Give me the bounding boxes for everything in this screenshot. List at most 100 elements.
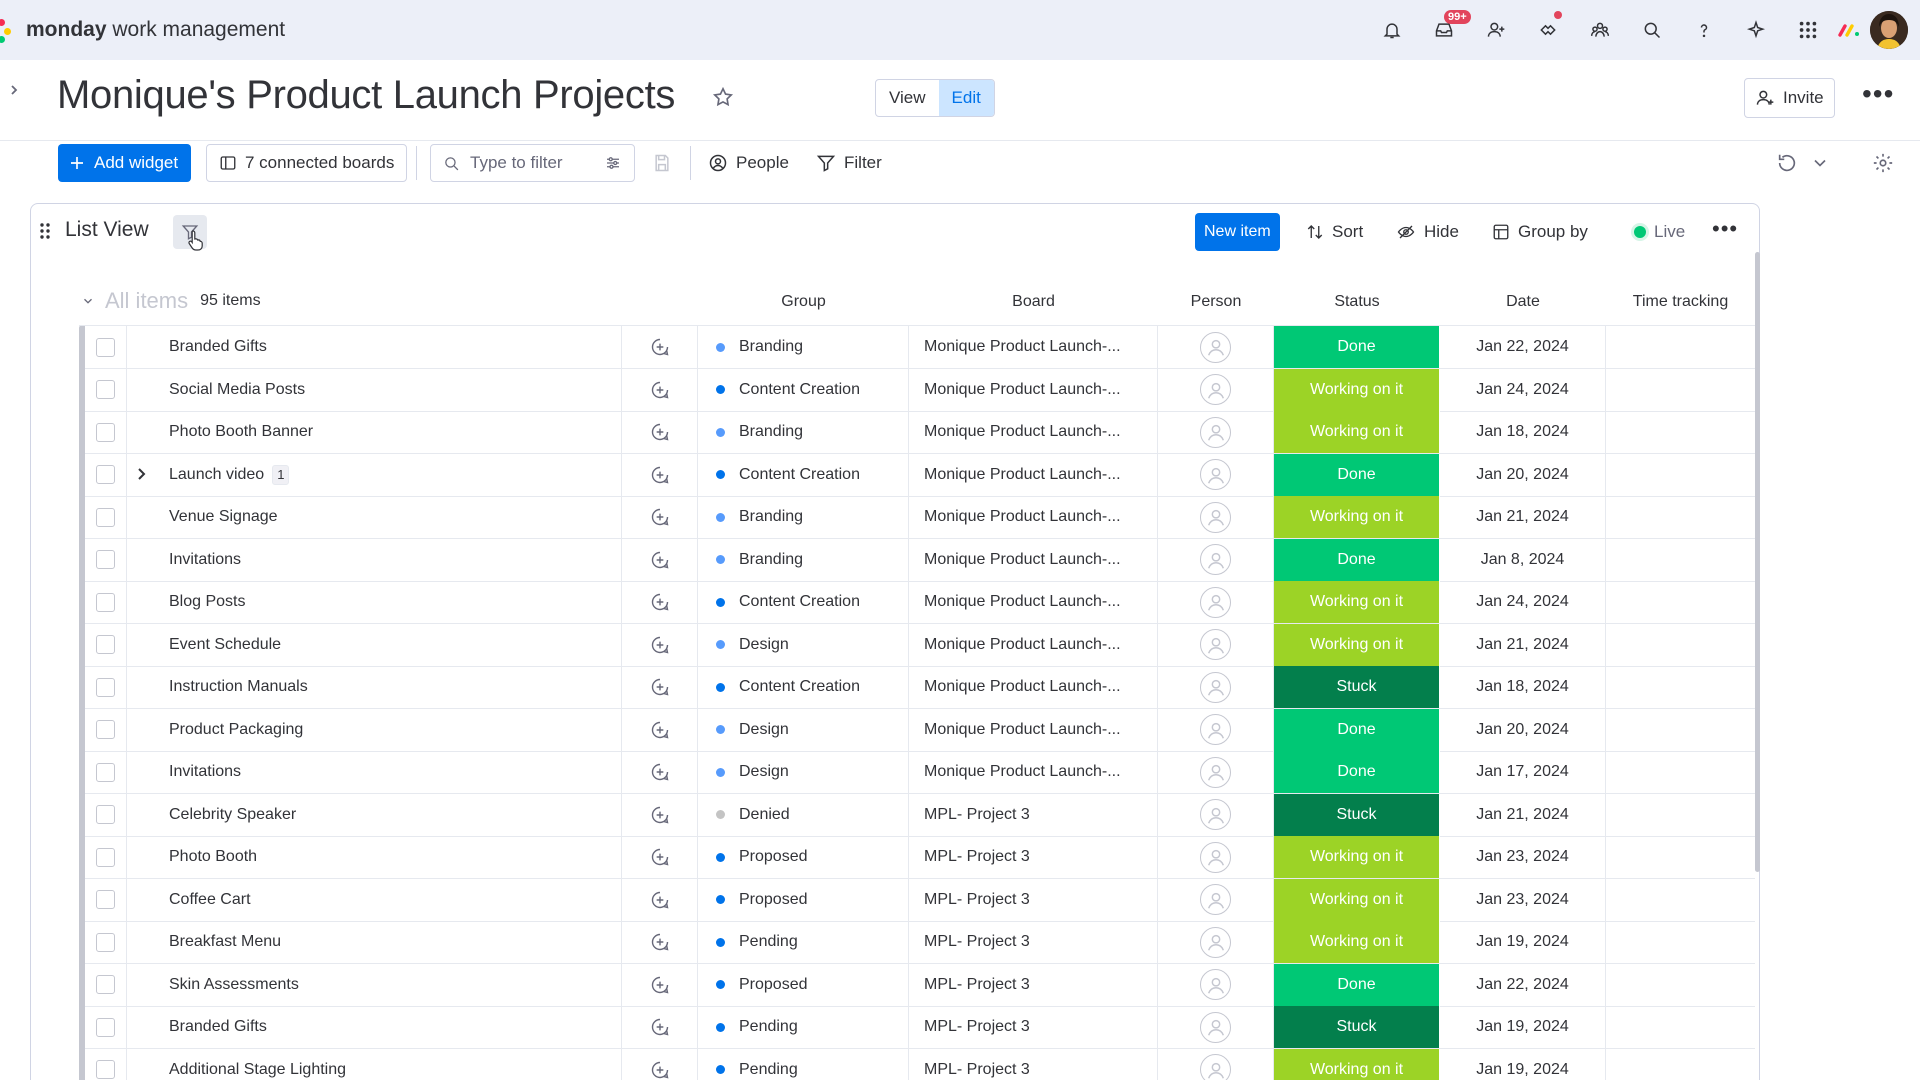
view-mode-button[interactable]: View [876, 80, 939, 116]
table-row[interactable]: Social Media Posts Content Creation Moniqu… [85, 368, 1755, 412]
board-cell[interactable]: Monique Product Launch-... [909, 368, 1158, 411]
time-tracking-cell[interactable] [1606, 879, 1755, 921]
item-name-cell[interactable]: Invitations [127, 751, 622, 793]
add-update-icon[interactable] [622, 878, 698, 921]
status-cell[interactable]: Done [1274, 708, 1440, 751]
chevron-down-icon[interactable] [1810, 152, 1830, 174]
date-cell[interactable]: Jan 24, 2024 [1440, 581, 1606, 623]
board-cell[interactable]: Monique Product Launch-... [909, 538, 1158, 581]
new-item-button[interactable]: New item [1195, 213, 1280, 251]
item-name-cell[interactable]: Photo Booth Banner [127, 411, 622, 453]
date-cell[interactable]: Jan 19, 2024 [1440, 921, 1606, 963]
table-row[interactable]: Invitations Branding Monique Product Launc… [85, 538, 1755, 582]
row-checkbox[interactable] [96, 1017, 115, 1037]
item-name-cell[interactable]: Social Media Posts [127, 368, 622, 411]
item-name[interactable]: Skin Assessments [169, 976, 299, 994]
board-cell[interactable]: MPL- Project 3 [909, 1048, 1158, 1080]
person-cell[interactable] [1158, 453, 1274, 496]
item-name[interactable]: Photo Booth Banner [169, 423, 313, 441]
status-cell[interactable]: Done [1274, 751, 1440, 793]
date-cell[interactable]: Jan 20, 2024 [1440, 708, 1606, 751]
row-checkbox[interactable] [96, 550, 115, 569]
group-title[interactable]: All items [105, 288, 188, 314]
add-update-icon[interactable] [622, 963, 698, 1006]
date-cell[interactable]: Jan 24, 2024 [1440, 368, 1606, 411]
table-row[interactable]: Launch video 1 Content Creation Monique Pro… [85, 453, 1755, 497]
notifications-bell-icon[interactable] [1366, 0, 1418, 60]
widget-filter-button[interactable] [173, 215, 207, 251]
table-row[interactable]: Branded Gifts Branding Monique Product Lau… [85, 326, 1755, 369]
time-tracking-cell[interactable] [1606, 496, 1755, 538]
item-name[interactable]: Photo Booth [169, 848, 257, 866]
person-cell[interactable] [1158, 368, 1274, 411]
status-cell[interactable]: Working on it [1274, 1048, 1440, 1080]
item-name[interactable]: Instruction Manuals [169, 678, 308, 696]
status-cell[interactable]: Working on it [1274, 411, 1440, 453]
invite-members-icon[interactable] [1470, 0, 1522, 60]
date-cell[interactable]: Jan 23, 2024 [1440, 878, 1606, 921]
filter-button[interactable]: Filter [804, 144, 894, 182]
item-name-cell[interactable]: Blog Posts [127, 581, 622, 623]
item-name-cell[interactable]: Venue Signage [127, 496, 622, 538]
add-update-icon[interactable] [622, 453, 698, 496]
item-name-cell[interactable]: Coffee Cart [127, 878, 622, 921]
board-more-options-icon[interactable]: ••• [1862, 80, 1894, 108]
brand[interactable]: monday work management [0, 16, 285, 44]
board-cell[interactable]: Monique Product Launch-... [909, 496, 1158, 538]
person-cell[interactable] [1158, 793, 1274, 836]
date-cell[interactable]: Jan 22, 2024 [1440, 326, 1606, 368]
item-name-cell[interactable]: Launch video 1 [127, 453, 622, 496]
status-cell[interactable]: Working on it [1274, 921, 1440, 963]
column-header-time-tracking[interactable]: Time tracking [1606, 288, 1755, 316]
person-cell[interactable] [1158, 921, 1274, 963]
date-cell[interactable]: Jan 21, 2024 [1440, 623, 1606, 666]
time-tracking-cell[interactable] [1606, 709, 1755, 751]
expand-subitems-chevron-icon[interactable] [137, 467, 147, 481]
board-cell[interactable]: Monique Product Launch-... [909, 326, 1158, 368]
sidebar-expand-chevron-icon[interactable] [0, 76, 28, 104]
item-name[interactable]: Blog Posts [169, 593, 245, 611]
add-update-icon[interactable] [622, 1006, 698, 1048]
filter-settings-sliders-icon[interactable] [604, 154, 622, 172]
date-cell[interactable]: Jan 20, 2024 [1440, 453, 1606, 496]
search-icon[interactable] [1626, 0, 1678, 60]
table-row[interactable]: Breakfast Menu Pending MPL- Project 3 Worki… [85, 921, 1755, 964]
add-update-icon[interactable] [622, 326, 698, 368]
item-name[interactable]: Social Media Posts [169, 381, 305, 399]
person-cell[interactable] [1158, 963, 1274, 1006]
team-icon[interactable] [1574, 0, 1626, 60]
status-cell[interactable]: Working on it [1274, 836, 1440, 878]
sort-button[interactable]: Sort [1306, 213, 1363, 251]
table-row[interactable]: Photo Booth Banner Branding Monique Produc… [85, 411, 1755, 454]
person-cell[interactable] [1158, 411, 1274, 453]
status-cell[interactable]: Working on it [1274, 623, 1440, 666]
date-cell[interactable]: Jan 8, 2024 [1440, 538, 1606, 581]
item-name-cell[interactable]: Additional Stage Lighting [127, 1048, 622, 1080]
add-update-icon[interactable] [622, 921, 698, 963]
table-row[interactable]: Celebrity Speaker Denied MPL- Project 3 Stu… [85, 793, 1755, 837]
add-update-icon[interactable] [622, 581, 698, 623]
undo-refresh-icon[interactable] [1776, 152, 1798, 174]
date-cell[interactable]: Jan 17, 2024 [1440, 751, 1606, 793]
status-cell[interactable]: Stuck [1274, 793, 1440, 836]
table-row[interactable]: Event Schedule Design Monique Product Laun… [85, 623, 1755, 667]
board-cell[interactable]: Monique Product Launch-... [909, 751, 1158, 793]
add-update-icon[interactable] [622, 751, 698, 793]
time-tracking-cell[interactable] [1606, 411, 1755, 453]
time-tracking-cell[interactable] [1606, 964, 1755, 1006]
person-cell[interactable] [1158, 581, 1274, 623]
add-update-icon[interactable] [622, 411, 698, 453]
status-cell[interactable]: Working on it [1274, 368, 1440, 411]
status-cell[interactable]: Stuck [1274, 1006, 1440, 1048]
board-cell[interactable]: MPL- Project 3 [909, 1006, 1158, 1048]
time-tracking-cell[interactable] [1606, 1006, 1755, 1048]
board-cell[interactable]: Monique Product Launch-... [909, 708, 1158, 751]
table-row[interactable]: Skin Assessments Proposed MPL- Project 3 Do… [85, 963, 1755, 1007]
item-name-cell[interactable]: Branded Gifts [127, 326, 622, 368]
item-name[interactable]: Invitations [169, 551, 241, 569]
row-checkbox[interactable] [96, 635, 115, 654]
status-cell[interactable]: Done [1274, 538, 1440, 581]
date-cell[interactable]: Jan 18, 2024 [1440, 666, 1606, 708]
time-tracking-cell[interactable] [1606, 751, 1755, 793]
subitems-count-badge[interactable]: 1 [272, 464, 290, 485]
